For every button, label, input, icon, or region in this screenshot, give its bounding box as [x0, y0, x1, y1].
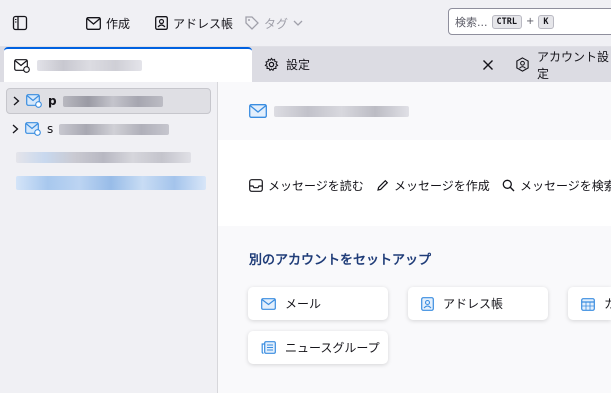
mail-account-icon — [26, 94, 42, 108]
compose-button[interactable]: 作成 — [86, 12, 130, 34]
address-book-button[interactable]: アドレス帳 — [155, 12, 233, 34]
pencil-icon — [376, 179, 389, 192]
redacted-account-name — [62, 95, 163, 107]
close-tab-button[interactable] — [482, 47, 494, 82]
folder-pane-icon — [12, 15, 28, 31]
address-book-icon — [155, 16, 168, 30]
write-message-button[interactable]: メッセージを作成 — [376, 177, 490, 194]
account-actions: メッセージを読む メッセージを作成 メッセージを検索 — [218, 140, 611, 226]
tag-label: タグ — [264, 16, 289, 31]
tab-account-settings[interactable]: アカウント設定 — [515, 47, 611, 82]
account-row-2[interactable]: s — [6, 116, 211, 142]
chevron-down-icon — [293, 20, 303, 26]
tab-bar: 設定 アカウント設定 — [0, 47, 611, 82]
setup-calendar-button[interactable]: カ — [568, 287, 611, 320]
search-messages-label: メッセージを検索 — [520, 179, 611, 193]
redacted-account-title — [274, 106, 409, 117]
tab-settings[interactable]: 設定 — [264, 47, 310, 82]
setup-email-button[interactable]: メール — [248, 287, 388, 320]
folder-pane: p s — [0, 82, 218, 393]
tag-button[interactable]: タグ — [245, 12, 303, 34]
newsgroup-icon — [261, 341, 276, 354]
calendar-icon — [581, 297, 595, 311]
main-toolbar: 作成 アドレス帳 タグ 検索... CTRL + K — [0, 0, 611, 47]
setup-newsgroup-label: ニュースグループ — [285, 341, 380, 355]
read-messages-label: メッセージを読む — [268, 179, 364, 193]
redacted-account-name — [37, 60, 142, 71]
setup-address-book-label: アドレス帳 — [443, 297, 504, 311]
account-row-1[interactable]: p — [6, 88, 211, 114]
write-message-label: メッセージを作成 — [394, 179, 490, 193]
shortcut-key-ctrl: CTRL — [491, 14, 522, 29]
tab-settings-label: 設定 — [286, 58, 311, 72]
account-name: s — [47, 122, 54, 136]
search-input[interactable]: 検索... CTRL + K — [448, 8, 611, 35]
search-placeholder: 検索... — [455, 15, 488, 29]
search-icon — [502, 179, 515, 192]
setup-newsgroup-button[interactable]: ニュースグループ — [248, 331, 388, 364]
setup-another-account-heading: 別のアカウントをセットアップ — [249, 253, 432, 268]
folder-pane-toggle-button[interactable] — [12, 12, 28, 34]
setup-calendar-label: カ — [604, 297, 611, 311]
search-messages-button[interactable]: メッセージを検索 — [502, 177, 611, 194]
setup-address-book-button[interactable]: アドレス帳 — [408, 287, 548, 320]
shortcut-plus: + — [525, 16, 535, 27]
setup-email-label: メール — [285, 297, 322, 311]
redacted-account-name — [59, 123, 170, 135]
account-settings-icon — [515, 57, 530, 72]
mail-icon — [261, 297, 276, 310]
read-messages-button[interactable]: メッセージを読む — [249, 177, 364, 194]
chevron-right-icon[interactable] — [13, 96, 20, 106]
compose-icon — [86, 16, 101, 30]
account-name: p — [48, 94, 57, 108]
redacted-account-row — [16, 176, 206, 190]
tag-icon — [245, 16, 259, 30]
address-book-icon — [421, 296, 434, 311]
mail-icon — [249, 104, 267, 118]
shortcut-key-k: K — [538, 14, 554, 29]
account-header — [218, 82, 611, 140]
account-row-3[interactable] — [16, 144, 221, 170]
tab-account-central[interactable] — [4, 47, 252, 82]
chevron-right-icon[interactable] — [12, 124, 19, 134]
address-book-label: アドレス帳 — [173, 16, 234, 31]
tab-account-settings-label: アカウント設定 — [537, 49, 610, 81]
mail-account-icon — [14, 58, 30, 73]
account-row-4[interactable] — [16, 170, 221, 196]
redacted-account-row — [16, 151, 191, 163]
account-central-pane: メッセージを読む メッセージを作成 メッセージを検索 別のアカウントをセットアッ… — [218, 82, 611, 393]
close-icon — [482, 59, 494, 71]
mail-account-icon — [25, 122, 41, 136]
compose-label: 作成 — [106, 16, 131, 31]
gear-icon — [264, 57, 279, 72]
inbox-icon — [249, 179, 263, 192]
